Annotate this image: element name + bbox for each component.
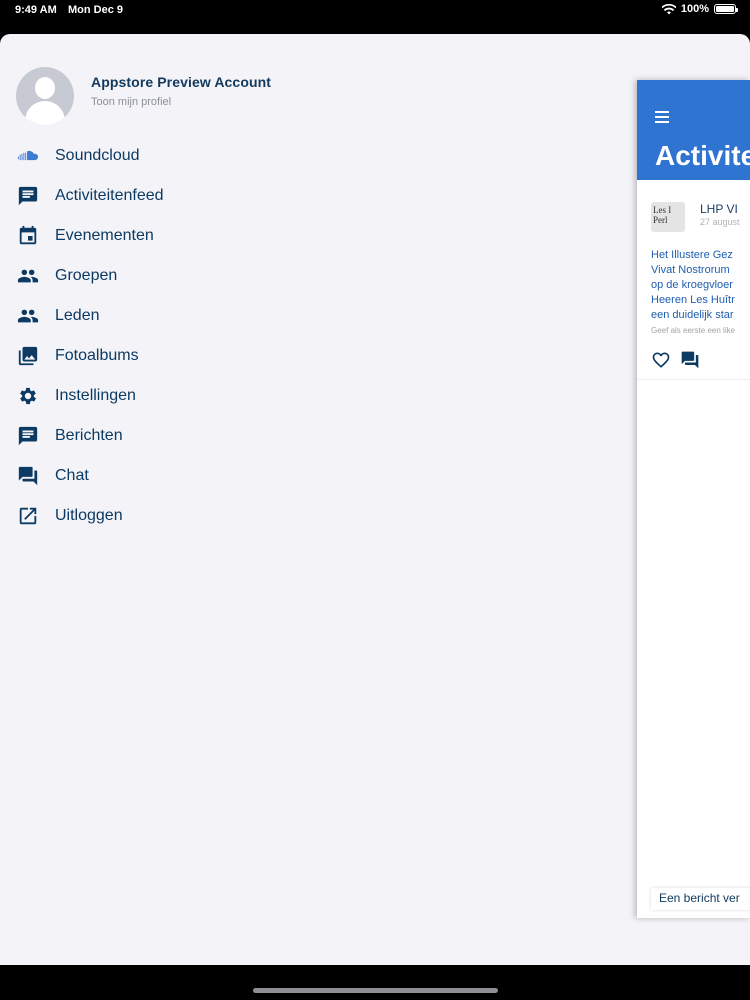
status-time: 9:49 AM (15, 4, 57, 16)
menu-item-soundcloud[interactable]: Soundcloud (16, 136, 164, 176)
menu-item-instellingen[interactable]: Instellingen (16, 376, 164, 416)
gear-icon (16, 384, 40, 408)
profile-name: Appstore Preview Account (91, 74, 272, 90)
side-menu: Soundcloud Activiteitenfeed Evenementen … (16, 136, 164, 536)
menu-label: Soundcloud (55, 147, 140, 164)
menu-item-evenementen[interactable]: Evenementen (16, 216, 164, 256)
status-date: Mon Dec 9 (68, 4, 124, 16)
menu-label: Instellingen (55, 387, 136, 404)
post-date: 27 august (700, 217, 740, 227)
menu-item-leden[interactable]: Leden (16, 296, 164, 336)
menu-label: Activiteitenfeed (55, 187, 164, 204)
menu-label: Uitloggen (55, 507, 123, 524)
people-icon (16, 264, 40, 288)
comment-icon[interactable] (680, 350, 700, 375)
menu-label: Chat (55, 467, 89, 484)
menu-label: Groepen (55, 267, 118, 284)
preview-header: Activite (637, 80, 750, 180)
profile-header[interactable]: Appstore Preview Account Toon mijn profi… (16, 67, 271, 125)
status-right: 100% (661, 3, 738, 15)
home-indicator[interactable] (253, 988, 498, 993)
soundcloud-icon (16, 144, 40, 168)
menu-item-uitloggen[interactable]: Uitloggen (16, 496, 164, 536)
menu-label: Berichten (55, 427, 123, 444)
heart-icon[interactable] (651, 350, 671, 375)
battery-icon (714, 4, 738, 14)
preview-title: Activite (655, 140, 750, 171)
message-icon (16, 424, 40, 448)
open-external-icon (16, 504, 40, 528)
calendar-icon (16, 224, 40, 248)
post-likes: Geef als eerste een like (651, 326, 736, 335)
menu-item-activiteitenfeed[interactable]: Activiteitenfeed (16, 176, 164, 216)
side-menu-sheet: Appstore Preview Account Toon mijn profi… (0, 34, 750, 965)
menu-item-fotoalbums[interactable]: Fotoalbums (16, 336, 164, 376)
battery-fill (716, 6, 734, 12)
avatar[interactable] (16, 67, 74, 125)
menu-item-chat[interactable]: Chat (16, 456, 164, 496)
menu-label: Leden (55, 307, 100, 324)
feed-preview-panel[interactable]: Activite Les I Perl LHP VI 27 august Het… (637, 80, 750, 918)
photo-library-icon (16, 344, 40, 368)
menu-icon[interactable] (655, 111, 669, 126)
battery-percent: 100% (680, 3, 709, 15)
view-profile-link[interactable]: Toon mijn profiel (91, 96, 271, 108)
chat-bubble-icon (16, 184, 40, 208)
feed-post[interactable]: Les I Perl LHP VI 27 august Het Illuster… (637, 180, 750, 380)
post-body: Het Illustere Gez Vivat Nostrorum op de … (651, 249, 735, 321)
post-author[interactable]: LHP VI (700, 202, 738, 216)
menu-label: Evenementen (55, 227, 154, 244)
menu-item-groepen[interactable]: Groepen (16, 256, 164, 296)
menu-label: Fotoalbums (55, 347, 139, 364)
message-input[interactable]: Een bericht ver (651, 888, 750, 910)
forum-icon (16, 464, 40, 488)
people-icon (16, 304, 40, 328)
post-actions (651, 350, 700, 375)
menu-item-berichten[interactable]: Berichten (16, 416, 164, 456)
wifi-icon (661, 3, 676, 14)
post-avatar: Les I Perl (651, 202, 685, 232)
status-bar: 9:49 AM Mon Dec 9 100% (0, 0, 750, 22)
